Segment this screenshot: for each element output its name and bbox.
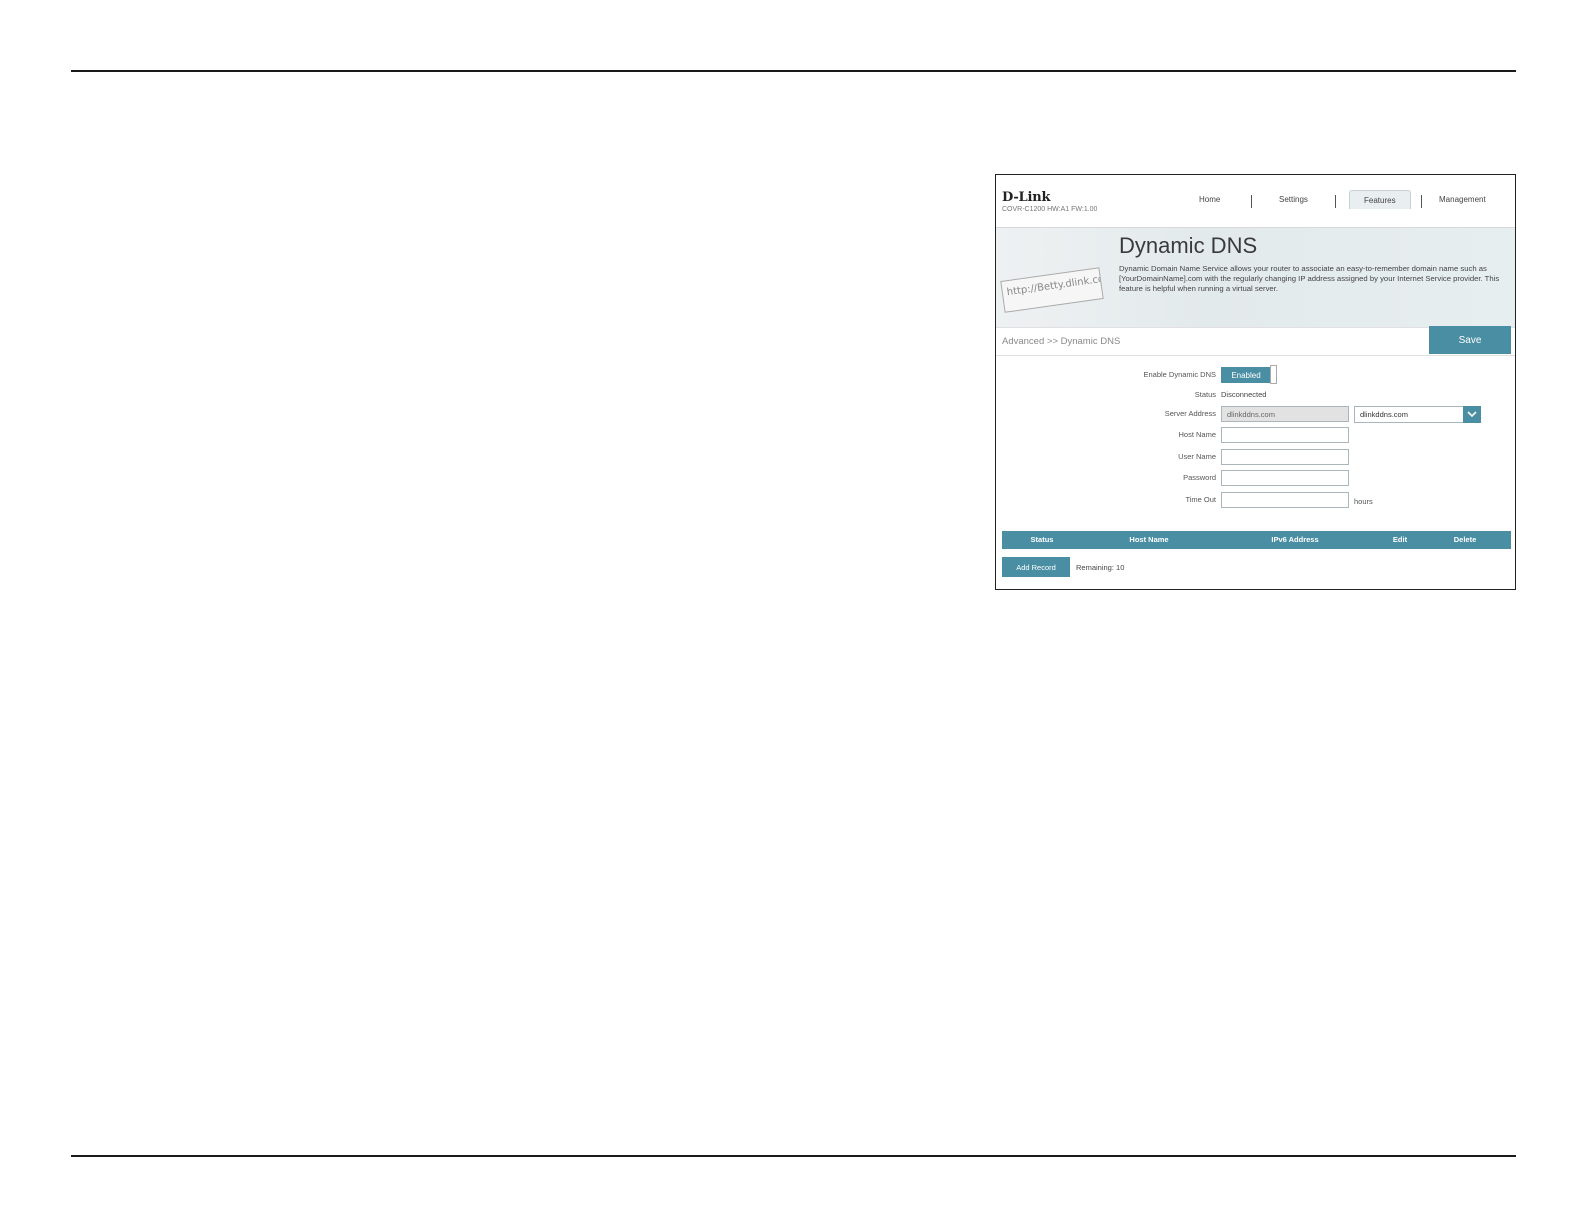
column-ipv6-address: IPv6 Address [1271,535,1319,544]
server-address-select[interactable]: dlinkddns.com [1354,406,1481,423]
breadcrumb: Advanced >> Dynamic DNS [1002,336,1121,347]
url-illustration: http://Betty.dlink.com [1000,267,1104,313]
bottom-rule [71,1155,1516,1157]
server-address-label: Server Address [1164,409,1216,418]
nav-separator [1251,195,1252,208]
column-host-name: Host Name [1129,535,1169,544]
user-name-label: User Name [1178,452,1216,461]
column-status: Status [1030,535,1054,544]
records-table-header: Status Host Name IPv6 Address Edit Delet… [1002,531,1511,549]
host-name-input[interactable] [1221,427,1349,443]
nav-management[interactable]: Management [1439,195,1486,204]
time-out-label: Time Out [1185,495,1216,504]
password-label: Password [1183,473,1216,482]
page-title: Dynamic DNS [1119,233,1258,258]
column-delete: Delete [1453,535,1477,544]
top-rule [71,70,1516,72]
router-screenshot: D-Link COVR-C1200 HW:A1 FW:1.00 Home Set… [995,174,1516,590]
dlink-logo: D-Link [1002,190,1051,205]
remaining-count: Remaining: 10 [1076,563,1125,572]
page-banner: http://Betty.dlink.com Dynamic DNS Dynam… [996,228,1515,328]
user-name-input[interactable] [1221,449,1349,465]
time-out-input[interactable] [1221,492,1349,508]
save-button[interactable]: Save [1429,326,1511,354]
chevron-down-icon[interactable] [1463,406,1481,423]
time-out-unit: hours [1354,497,1373,506]
nav-separator [1335,195,1336,208]
status-value: Disconnected [1221,390,1267,399]
nav-settings[interactable]: Settings [1279,195,1308,204]
toggle-knob[interactable] [1270,365,1277,384]
host-name-label: Host Name [1178,430,1216,439]
enable-ddns-toggle[interactable]: Enabled [1221,367,1271,383]
server-address-field[interactable]: dlinkddns.com [1221,406,1349,422]
enable-ddns-label: Enable Dynamic DNS [1143,370,1216,379]
password-input[interactable] [1221,470,1349,486]
page-description: Dynamic Domain Name Service allows your … [1119,264,1500,293]
add-record-button[interactable]: Add Record [1002,557,1070,577]
column-edit: Edit [1392,535,1408,544]
model-info: COVR-C1200 HW:A1 FW:1.00 [1002,206,1098,213]
nav-features[interactable]: Features [1349,190,1411,209]
status-label: Status [1194,390,1216,399]
header: D-Link COVR-C1200 HW:A1 FW:1.00 Home Set… [996,175,1515,228]
nav-home[interactable]: Home [1199,195,1220,204]
nav-separator [1421,195,1422,208]
